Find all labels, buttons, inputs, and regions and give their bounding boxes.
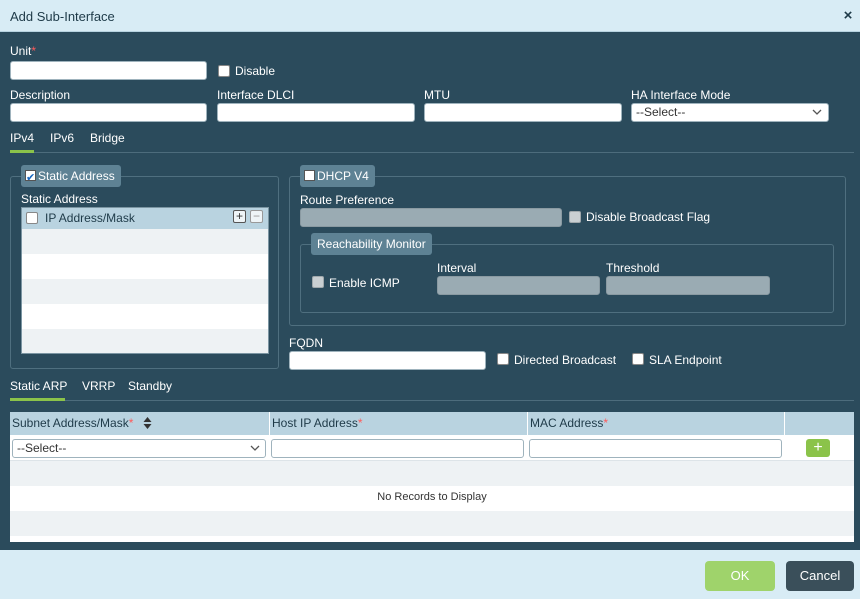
tab-static-arp[interactable]: Static ARP xyxy=(10,379,67,393)
empty-state-text: No Records to Display xyxy=(377,491,487,503)
enable-icmp-checkbox[interactable] xyxy=(312,276,324,288)
table-row xyxy=(10,461,854,486)
mac-column-label: MAC Address xyxy=(530,416,604,430)
select-all-checkbox[interactable] xyxy=(26,212,38,224)
tab-active-indicator xyxy=(10,398,65,401)
mac-column-header: MAC Address* xyxy=(528,412,785,435)
dhcp-checkbox[interactable] xyxy=(304,170,315,182)
table-row: --Select-- + xyxy=(10,436,854,461)
static-address-checkbox[interactable] xyxy=(25,167,36,189)
host-ip-column-label: Host IP Address xyxy=(272,416,358,430)
route-preference-input[interactable] xyxy=(300,208,562,227)
dhcp-legend: DHCP V4 xyxy=(317,169,369,183)
directed-broadcast-checkbox[interactable] xyxy=(497,353,509,365)
route-preference-label: Route Preference xyxy=(300,193,395,207)
chevron-down-icon xyxy=(250,445,260,451)
threshold-label: Threshold xyxy=(606,261,660,275)
tab-divider xyxy=(65,400,854,401)
subnet-select[interactable]: --Select-- xyxy=(12,439,266,458)
subnet-column-header[interactable]: Subnet Address/Mask* xyxy=(10,412,270,435)
interface-dlci-input[interactable] xyxy=(217,103,415,122)
list-item xyxy=(22,254,268,279)
ip-address-grid-header: IP Address/Mask + − xyxy=(22,208,268,229)
static-arp-table: Subnet Address/Mask* Host IP Address* MA… xyxy=(10,412,854,542)
threshold-input[interactable] xyxy=(606,276,770,295)
dhcp-toggle[interactable]: DHCP V4 xyxy=(300,165,375,187)
list-item xyxy=(22,279,268,304)
ip-address-column: IP Address/Mask xyxy=(45,211,135,225)
table-row xyxy=(10,511,854,536)
tab-divider xyxy=(34,152,854,153)
unit-input[interactable] xyxy=(10,61,207,80)
enable-icmp-label: Enable ICMP xyxy=(329,276,400,290)
required-marker: * xyxy=(603,416,609,430)
static-address-legend: Static Address xyxy=(38,169,115,183)
tab-ipv4[interactable]: IPv4 xyxy=(10,131,34,145)
required-marker: * xyxy=(357,416,363,430)
mtu-input[interactable] xyxy=(424,103,622,122)
list-item xyxy=(22,304,268,329)
directed-broadcast-label: Directed Broadcast xyxy=(514,353,617,367)
reachability-legend: Reachability Monitor xyxy=(311,233,432,255)
unit-label-text: Unit xyxy=(10,44,32,58)
close-icon[interactable]: × xyxy=(840,8,856,24)
disable-label: Disable xyxy=(235,64,276,78)
tab-active-indicator xyxy=(10,150,34,153)
description-label: Description xyxy=(10,88,71,102)
remove-row-icon[interactable]: − xyxy=(250,210,263,223)
interval-label: Interval xyxy=(437,261,477,275)
ha-mode-label: HA Interface Mode xyxy=(631,88,731,102)
mac-address-input[interactable] xyxy=(529,439,782,458)
subnet-select-value: --Select-- xyxy=(17,441,67,455)
tab-bridge[interactable]: Bridge xyxy=(90,131,125,145)
ha-mode-select[interactable]: --Select-- xyxy=(631,103,829,122)
sla-endpoint-checkbox[interactable] xyxy=(632,353,644,365)
interval-input[interactable] xyxy=(437,276,600,295)
dialog-footer: OK Cancel xyxy=(0,550,860,599)
ip-address-grid: IP Address/Mask + − xyxy=(21,207,269,354)
required-marker: * xyxy=(128,416,134,430)
mtu-label: MTU xyxy=(424,88,450,102)
action-column-header xyxy=(785,412,854,435)
fqdn-label: FQDN xyxy=(289,336,323,350)
add-row-icon[interactable]: + xyxy=(233,210,246,223)
disable-broadcast-checkbox[interactable] xyxy=(569,211,581,223)
host-ip-input[interactable] xyxy=(271,439,524,458)
subnet-column-label: Subnet Address/Mask xyxy=(12,416,129,430)
dialog-title: Add Sub-Interface xyxy=(10,9,115,24)
add-arp-button[interactable]: + xyxy=(806,439,830,457)
fqdn-input[interactable] xyxy=(289,351,486,370)
ha-mode-value: --Select-- xyxy=(636,105,686,119)
tab-standby[interactable]: Standby xyxy=(128,379,172,393)
sla-endpoint-label: SLA Endpoint xyxy=(649,353,722,367)
table-header: Subnet Address/Mask* Host IP Address* MA… xyxy=(10,412,854,435)
list-item xyxy=(22,329,268,353)
description-input[interactable] xyxy=(10,103,207,122)
chevron-down-icon xyxy=(812,109,822,115)
static-address-toggle[interactable]: Static Address xyxy=(21,165,121,189)
disable-checkbox[interactable] xyxy=(218,65,230,77)
sort-icon[interactable] xyxy=(143,417,152,429)
unit-label: Unit* xyxy=(10,44,36,58)
tab-ipv6[interactable]: IPv6 xyxy=(50,131,74,145)
dialog-title-bar: Add Sub-Interface × xyxy=(0,0,860,32)
required-marker: * xyxy=(31,44,37,58)
tab-vrrp[interactable]: VRRP xyxy=(82,379,115,393)
list-item xyxy=(22,229,268,254)
cancel-button[interactable]: Cancel xyxy=(786,561,854,591)
disable-broadcast-label: Disable Broadcast Flag xyxy=(586,210,711,224)
ok-button[interactable]: OK xyxy=(705,561,775,591)
host-ip-column-header: Host IP Address* xyxy=(270,412,528,435)
interface-dlci-label: Interface DLCI xyxy=(217,88,295,102)
static-address-title: Static Address xyxy=(21,192,98,206)
